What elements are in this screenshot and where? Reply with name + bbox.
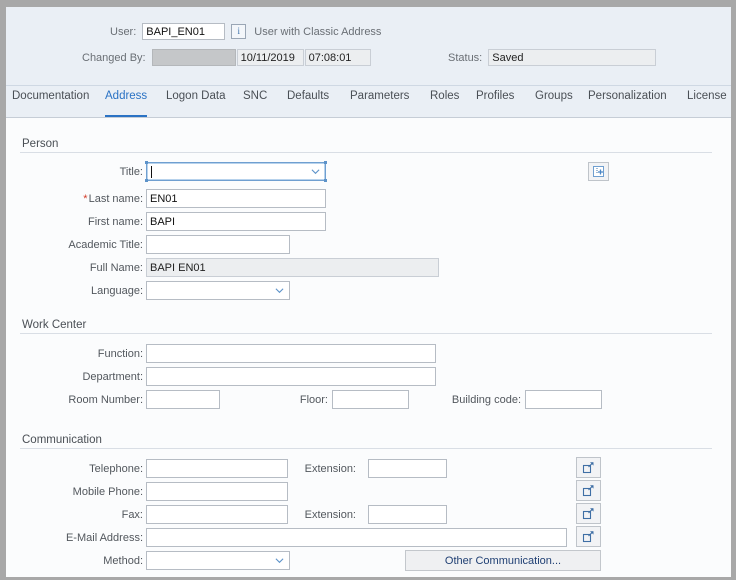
telephone-input[interactable] (146, 459, 288, 478)
first-name-label: First name: (87, 216, 143, 228)
window-frame-right (731, 0, 736, 580)
tab-defaults[interactable]: Defaults (287, 90, 329, 117)
fax-extension-input[interactable] (368, 505, 447, 524)
window-frame-top (0, 0, 736, 7)
email-label: E-Mail Address: (65, 532, 143, 544)
room-number-label: Room Number: (68, 394, 143, 406)
group-title-communication: Communication (22, 434, 108, 446)
tab-documentation[interactable]: Documentation (12, 90, 89, 117)
fax-open-details-button[interactable] (576, 503, 601, 524)
changed-by-row: Changed By: (82, 49, 371, 66)
tab-logon-data[interactable]: Logon Data (166, 90, 225, 117)
tab-snc[interactable]: SNC (243, 90, 267, 117)
other-communication-button[interactable]: Other Communication... (405, 550, 601, 571)
method-label: Method: (103, 555, 143, 567)
tab-groups[interactable]: Groups (535, 90, 573, 117)
title-dropdown[interactable] (145, 161, 327, 182)
info-icon[interactable]: i (231, 24, 247, 39)
changed-time-input[interactable] (304, 49, 371, 66)
mobile-phone-label: Mobile Phone: (72, 486, 143, 498)
first-name-input[interactable] (146, 212, 326, 231)
open-details-icon (582, 531, 594, 543)
group-rule-person (20, 152, 712, 153)
open-details-icon (582, 508, 594, 520)
full-name-label: Full Name: (89, 262, 143, 274)
function-label: Function: (97, 348, 143, 360)
tab-personalization[interactable]: Personalization (588, 90, 667, 117)
tab-license[interactable]: License (687, 90, 727, 117)
add-person-card-icon (593, 166, 604, 177)
open-details-icon (582, 462, 594, 474)
tab-bar: Documentation Address Logon Data SNC Def… (6, 86, 731, 118)
mobile-phone-open-details-button[interactable] (576, 480, 601, 501)
language-label: Language: (91, 285, 143, 297)
sap-user-maintenance-screen: User: i User with Classic Address Change… (0, 0, 736, 580)
department-label: Department: (82, 371, 143, 383)
email-input[interactable] (146, 528, 567, 547)
status-label: Status: (448, 51, 483, 64)
open-details-icon (582, 485, 594, 497)
method-dropdown[interactable] (146, 551, 290, 570)
floor-label: Floor: (299, 394, 328, 406)
tab-roles[interactable]: Roles (430, 90, 459, 117)
user-header-panel: User: i User with Classic Address Change… (6, 7, 731, 86)
fax-input[interactable] (146, 505, 288, 524)
fax-label: Fax: (121, 509, 143, 521)
tab-profiles[interactable]: Profiles (476, 90, 514, 117)
mobile-phone-input[interactable] (146, 482, 288, 501)
changed-by-input[interactable] (151, 49, 236, 66)
last-name-label-text: Last name: (88, 193, 143, 205)
last-name-input[interactable] (146, 189, 326, 208)
room-number-input[interactable] (146, 390, 220, 409)
status-row: Status: (448, 49, 657, 66)
telephone-extension-input[interactable] (368, 459, 447, 478)
tab-parameters[interactable]: Parameters (350, 90, 409, 117)
required-marker: * (83, 193, 88, 205)
title-label: Title: (119, 166, 143, 178)
academic-title-input[interactable] (146, 235, 290, 254)
group-rule-communication (20, 448, 712, 449)
user-type-text: User with Classic Address (254, 25, 382, 38)
language-dropdown[interactable] (146, 281, 290, 300)
chevron-down-icon (275, 558, 284, 564)
add-person-card-icon-button[interactable] (588, 162, 609, 181)
last-name-label: *Last name: (46, 193, 143, 205)
group-title-person: Person (22, 138, 65, 150)
floor-input[interactable] (332, 390, 409, 409)
building-code-label: Building code: (451, 394, 521, 406)
fax-extension-label: Extension: (304, 509, 356, 521)
department-input[interactable] (146, 367, 436, 386)
status-input (488, 49, 657, 66)
chevron-down-icon (275, 288, 284, 294)
user-input[interactable] (142, 23, 226, 40)
chevron-down-icon (311, 169, 320, 175)
user-row: User: i User with Classic Address (110, 23, 381, 40)
telephone-open-details-button[interactable] (576, 457, 601, 478)
building-code-input[interactable] (525, 390, 602, 409)
info-icon-glyph: i (237, 26, 241, 36)
tab-address[interactable]: Address (105, 90, 148, 117)
function-input[interactable] (146, 344, 436, 363)
group-rule-work-center (20, 333, 712, 334)
telephone-extension-label: Extension: (304, 463, 356, 475)
academic-title-label: Academic Title: (68, 239, 143, 251)
email-open-details-button[interactable] (576, 526, 601, 547)
full-name-input (146, 258, 439, 277)
changed-date-input[interactable] (236, 49, 304, 66)
group-title-work-center: Work Center (22, 319, 93, 331)
telephone-label: Telephone: (89, 463, 143, 475)
changed-by-label: Changed By: (82, 51, 146, 64)
user-label: User: (110, 25, 137, 38)
window-body: User: i User with Classic Address Change… (6, 7, 731, 577)
text-caret (151, 166, 152, 178)
address-tab-content: Person Title: *Last name: EN01 First nam… (6, 118, 731, 577)
